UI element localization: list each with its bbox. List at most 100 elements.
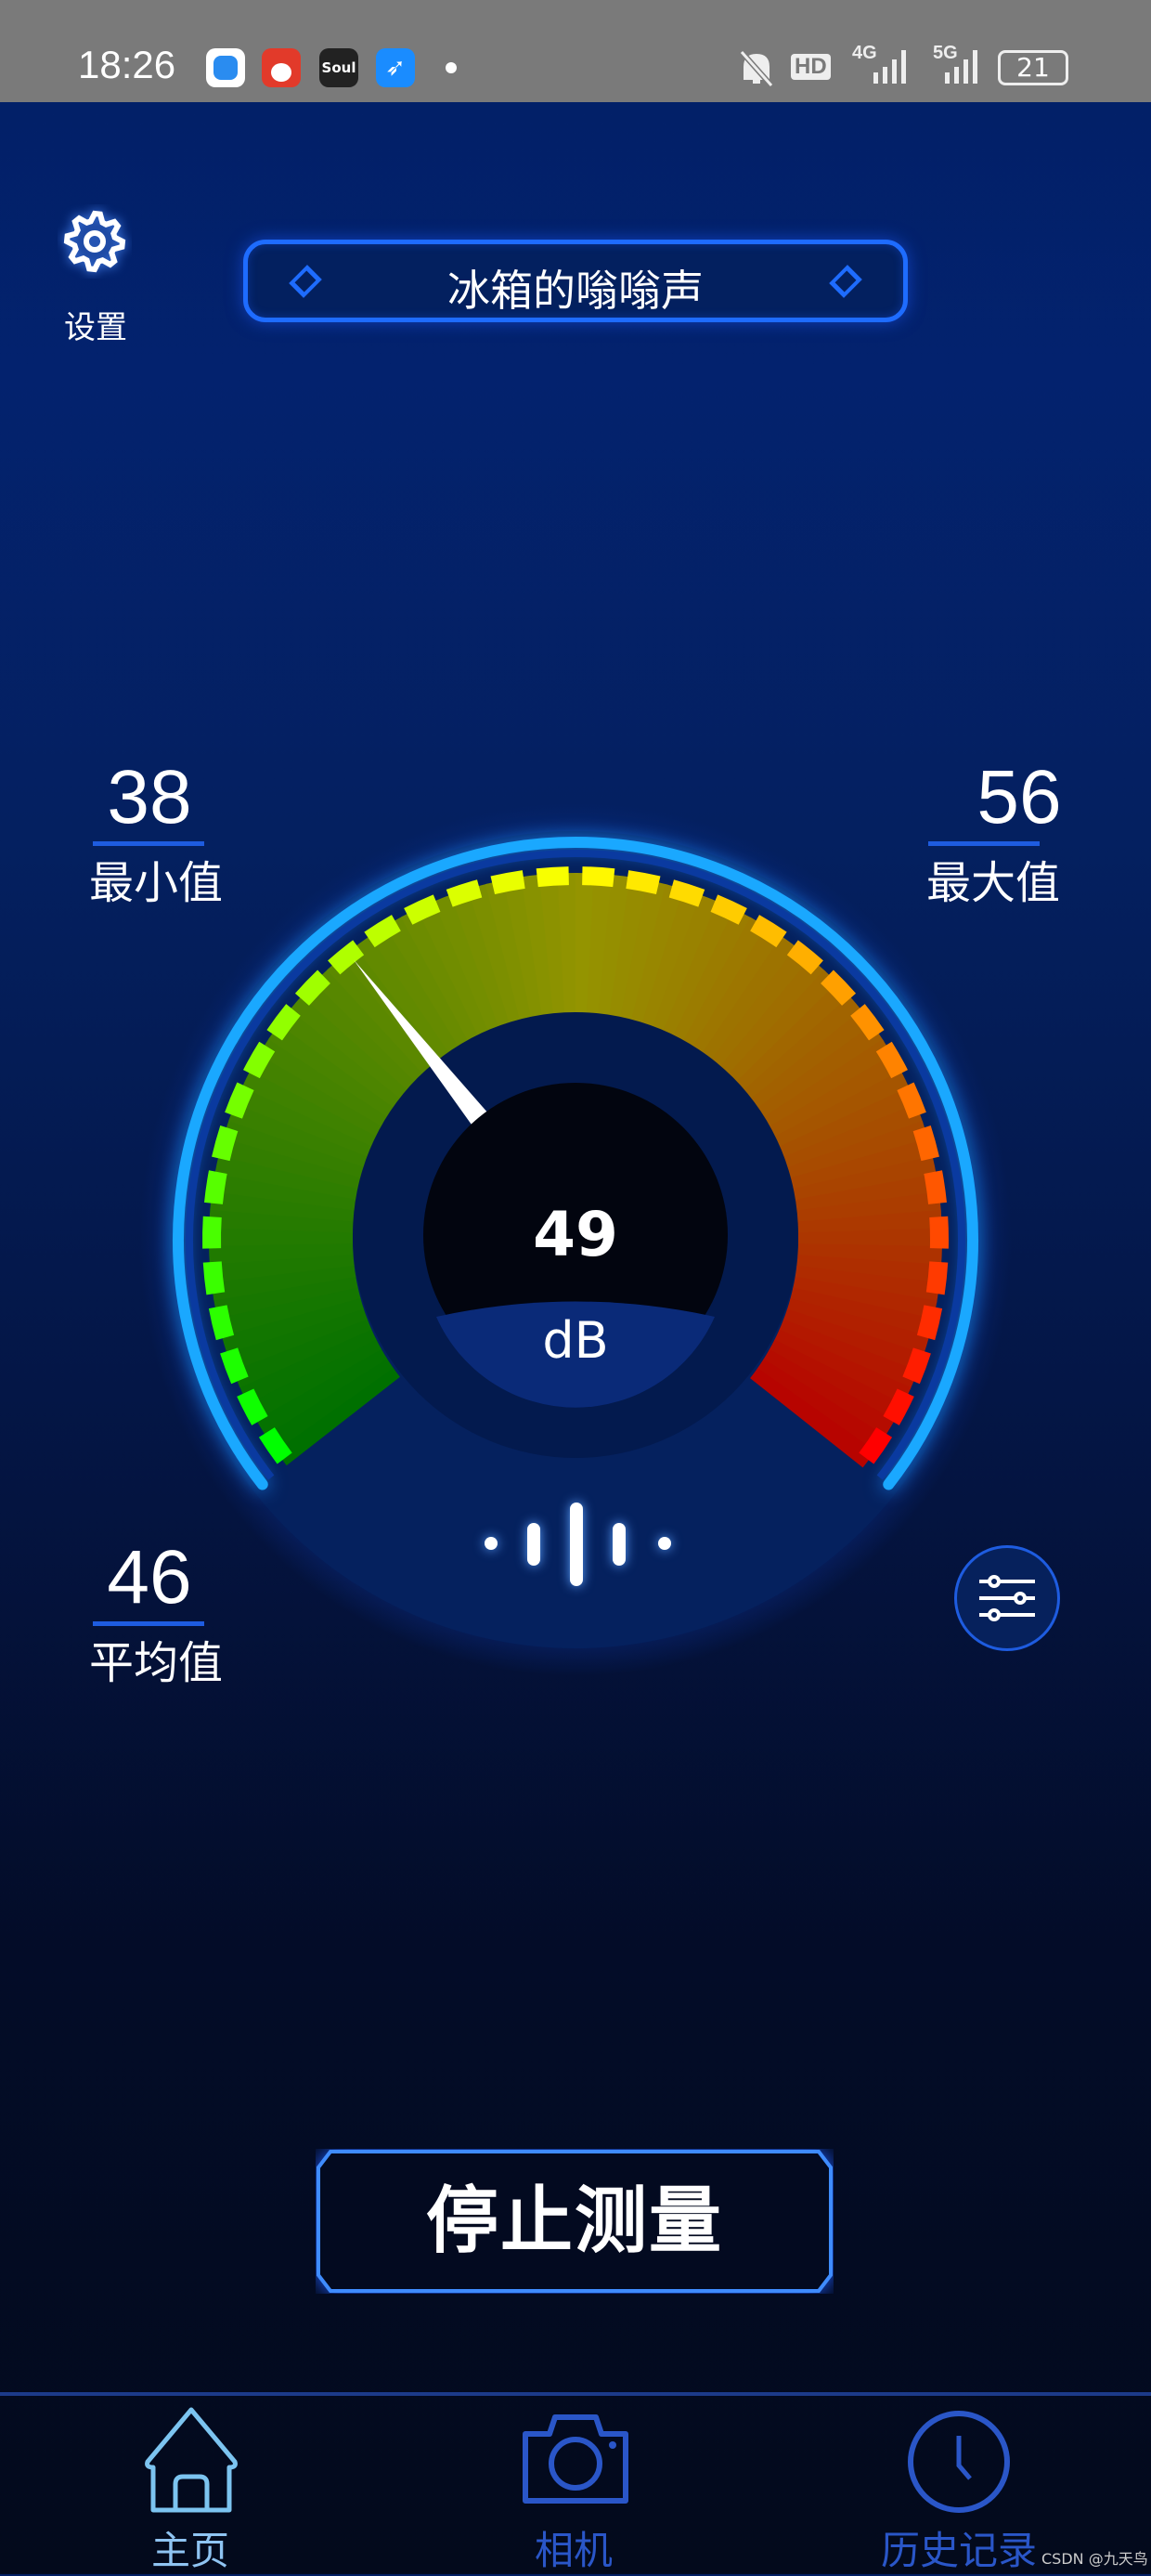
- gauge-band-slice: [258, 1036, 390, 1128]
- nav-camera[interactable]: 相机: [462, 2400, 685, 2574]
- signal-4g-icon: [873, 50, 906, 84]
- gauge-band-slice: [797, 1243, 942, 1268]
- gauge-unit: dB: [542, 1311, 608, 1370]
- gauge-tick: [202, 1261, 226, 1295]
- gauge-outer-ring: [173, 837, 978, 1490]
- gauge-band-slice: [400, 907, 481, 1044]
- gauge-band-slice: [232, 1318, 372, 1388]
- gauge-tick: [208, 1305, 235, 1341]
- gauge-band-slice: [750, 1368, 875, 1468]
- gauge-band-slice: [468, 883, 523, 1027]
- gauge-tick: [225, 1082, 254, 1119]
- avg-label: 平均值: [89, 1637, 224, 1689]
- gauge-tick: [924, 1170, 947, 1204]
- gauge-band-slice: [254, 1347, 388, 1437]
- gauge-band-slice: [795, 1173, 939, 1213]
- gauge-band-slice: [214, 1153, 359, 1200]
- gauge-hub-ring: [353, 1012, 798, 1458]
- gauge-tick: [364, 915, 401, 948]
- gauge-band-slice: [586, 873, 614, 1019]
- nav-camera-label: 相机: [534, 2528, 613, 2573]
- gauge-band-slice: [797, 1228, 942, 1249]
- hd-icon: HD: [791, 54, 831, 80]
- gauge-band-slice: [709, 946, 813, 1070]
- min-value: 38: [107, 755, 192, 839]
- status-time: 18:26: [78, 43, 176, 86]
- gauge-band-slice: [700, 936, 798, 1063]
- gauge-band-slice: [209, 1225, 354, 1247]
- gauge-band-slice: [576, 873, 597, 1018]
- gauge-band-slice: [314, 968, 426, 1084]
- gauge-tick: [258, 1427, 292, 1464]
- nav-history[interactable]: 历史记录: [847, 2400, 1070, 2574]
- gauge-band-slice: [782, 1103, 924, 1169]
- mute-bell-icon: [739, 50, 774, 87]
- gauge-tick: [821, 969, 857, 1006]
- page-title: 冰箱的嗡嗡声: [447, 266, 704, 316]
- clock-icon: [908, 2411, 1010, 2513]
- gauge-band-slice: [640, 889, 704, 1031]
- gauge-band-slice: [790, 1287, 934, 1339]
- gauge-band-slice: [210, 1189, 356, 1222]
- gauge-band-slice: [769, 1339, 904, 1423]
- gauge-band-slice: [433, 893, 501, 1034]
- gauge-display: [423, 1083, 728, 1387]
- gauge-tick: [912, 1125, 939, 1162]
- gauge-tick: [490, 870, 525, 895]
- gauge-band-slice: [557, 873, 578, 1018]
- watermark: CSDN @九天鸟: [1041, 2550, 1148, 2568]
- avg-value: 46: [107, 1535, 192, 1620]
- gauge-band-slice: [608, 877, 651, 1022]
- gauge-band-slice: [797, 1209, 942, 1235]
- signal-5g-icon: [945, 50, 977, 84]
- gauge-tick: [786, 940, 823, 975]
- adjust-button[interactable]: [954, 1545, 1060, 1651]
- stop-measure-button[interactable]: 停止测量: [316, 2149, 834, 2294]
- gear-icon[interactable]: [58, 204, 132, 279]
- gauge-band-slice: [742, 995, 863, 1101]
- max-label: 最大值: [926, 857, 1061, 909]
- nav-home-label: 主页: [150, 2528, 229, 2573]
- gauge-tick: [204, 1170, 227, 1204]
- min-stat: 38 最小值: [89, 754, 223, 911]
- gauge-tick: [875, 1041, 908, 1079]
- gauge-band-slice: [235, 1085, 374, 1158]
- gauge-tick: [710, 894, 747, 925]
- app-icon-feather: ➶: [376, 48, 415, 87]
- gauge-band-slice: [417, 900, 491, 1039]
- max-stat: 56 最大值: [926, 754, 1112, 911]
- settings-label[interactable]: 设置: [48, 302, 143, 347]
- gauge-tick: [220, 1347, 249, 1385]
- gauge-face: [167, 831, 984, 1648]
- gauge-band-slice: [223, 1118, 366, 1178]
- gauge-band-slice: [290, 994, 410, 1100]
- camera-icon: [523, 2414, 628, 2504]
- gauge-tick: [404, 894, 441, 925]
- nav-home[interactable]: 主页: [79, 2400, 302, 2574]
- nav-history-label: 历史记录: [880, 2528, 1037, 2573]
- gauge-band-slice: [726, 969, 839, 1086]
- gauge-band-slice: [211, 1264, 356, 1301]
- gauge-band-slice: [793, 1276, 938, 1321]
- app-icon-blue: [206, 48, 245, 87]
- gauge-band-slice: [762, 1039, 894, 1129]
- gauge-band-slice: [661, 901, 737, 1040]
- gauge-band-slice: [209, 1242, 354, 1265]
- gauge-band-slice: [691, 926, 783, 1057]
- gauge-tick: [925, 1261, 949, 1295]
- notification-dot: [446, 62, 457, 73]
- gauge-band-slice: [228, 1101, 369, 1168]
- battery-icon: 21: [998, 50, 1068, 85]
- max-value: 56: [976, 755, 1062, 839]
- title-selector[interactable]: 冰箱的嗡嗡声: [243, 240, 908, 322]
- stop-measure-label: 停止测量: [425, 2179, 723, 2263]
- gauge-color-band: [209, 873, 942, 1468]
- gauge-tick: [243, 1041, 276, 1079]
- gauge-band-slice: [250, 1052, 384, 1138]
- avg-stat: 46 平均值: [89, 1534, 223, 1691]
- gauge-band-slice: [792, 1155, 938, 1202]
- gauge-band-slice: [221, 1296, 364, 1354]
- gauge-band-slice: [213, 1275, 358, 1319]
- gauge-band-slice: [768, 1054, 902, 1138]
- home-icon: [145, 2407, 238, 2513]
